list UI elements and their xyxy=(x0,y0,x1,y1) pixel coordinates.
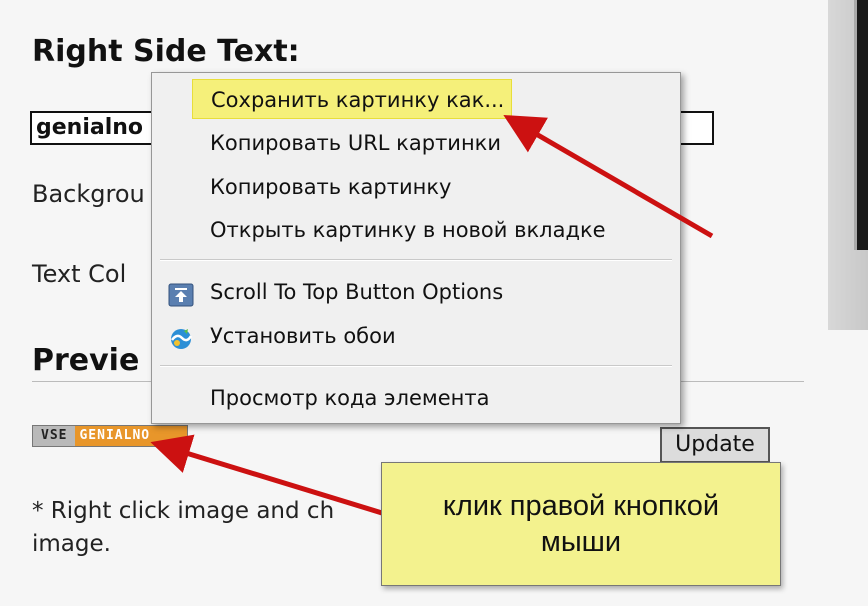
menu-item-scroll-to-top[interactable]: Scroll To Top Button Options xyxy=(156,272,676,312)
callout-line-2: мыши xyxy=(540,526,622,558)
menu-separator xyxy=(160,365,672,367)
preview-heading: Previe xyxy=(32,343,140,378)
badge-left-text: VSE xyxy=(33,426,76,446)
right-side-text-heading: Right Side Text: xyxy=(32,34,300,69)
menu-item-copy-image[interactable]: Копировать картинку xyxy=(156,167,676,207)
menu-item-save-image[interactable]: Сохранить картинку как... xyxy=(192,79,512,119)
update-button[interactable]: Update xyxy=(660,427,770,463)
text-color-label: Text Col xyxy=(32,260,127,288)
menu-item-set-wallpaper[interactable]: Установить обои xyxy=(156,316,676,356)
menu-item-label: Scroll To Top Button Options xyxy=(210,280,504,304)
menu-item-copy-url[interactable]: Копировать URL картинки xyxy=(156,123,676,163)
menu-item-label: Установить обои xyxy=(210,324,396,348)
instruction-note: * Right click image and ch image. xyxy=(32,498,335,557)
annotation-callout: клик правой кнопкой мыши xyxy=(381,462,781,586)
right-edge-panel xyxy=(828,0,868,330)
preview-badge-image[interactable]: VSE GENIALNO xyxy=(32,425,188,447)
badge-right-text: GENIALNO xyxy=(75,426,187,446)
menu-item-inspect-element[interactable]: Просмотр кода элемента xyxy=(156,378,676,418)
callout-line-1: клик правой кнопкой xyxy=(442,490,720,522)
menu-item-open-new-tab[interactable]: Открыть картинку в новой вкладке xyxy=(156,210,676,250)
menu-separator xyxy=(160,259,672,261)
context-menu: Сохранить картинку как... Копировать URL… xyxy=(151,72,681,424)
scroll-to-top-icon xyxy=(168,280,194,307)
background-label: Backgrou xyxy=(32,180,145,208)
wallpaper-icon xyxy=(168,324,194,349)
